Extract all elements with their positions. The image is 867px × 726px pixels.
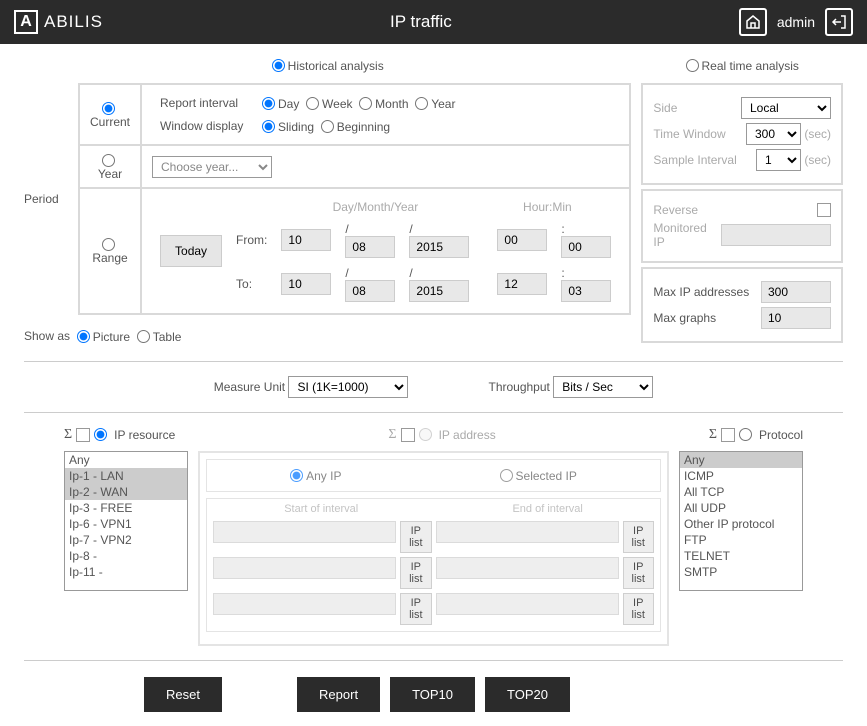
list-item[interactable]: Ip-3 - FREE <box>65 500 187 516</box>
ip-start-1-input[interactable] <box>213 521 396 543</box>
list-item[interactable]: All UDP <box>680 500 802 516</box>
from-hour-input[interactable] <box>497 229 547 251</box>
list-item[interactable]: Ip-7 - VPN2 <box>65 532 187 548</box>
to-day-input[interactable] <box>281 273 331 295</box>
report-button[interactable]: Report <box>297 677 380 712</box>
any-ip-radio[interactable] <box>290 469 303 482</box>
home-icon[interactable] <box>739 8 767 36</box>
list-item[interactable]: TELNET <box>680 548 802 564</box>
iplist-2a-button[interactable]: IP list <box>400 557 431 589</box>
list-item[interactable]: Other IP protocol <box>680 516 802 532</box>
list-item[interactable]: FTP <box>680 532 802 548</box>
sum-ipres-checkbox[interactable] <box>76 428 90 442</box>
to-hour-input[interactable] <box>497 273 547 295</box>
period-range-radio[interactable] <box>102 238 115 251</box>
sample-interval-select[interactable]: 1 <box>756 149 801 171</box>
iplist-3a-button[interactable]: IP list <box>400 593 431 625</box>
protocol-list[interactable]: AnyICMPAll TCPAll UDPOther IP protocolFT… <box>679 451 803 591</box>
time-window-select[interactable]: 300 <box>746 123 801 145</box>
list-item[interactable]: All TCP <box>680 484 802 500</box>
sum-proto-checkbox[interactable] <box>721 428 735 442</box>
logout-icon[interactable] <box>825 8 853 36</box>
list-item[interactable]: SMTP <box>680 564 802 580</box>
list-item[interactable]: Ip-11 - <box>65 564 187 580</box>
to-year-input[interactable] <box>409 280 469 302</box>
selected-ip-radio[interactable] <box>500 469 513 482</box>
user-label: admin <box>777 14 815 30</box>
ip-start-2-input[interactable] <box>213 557 396 579</box>
mode-historical-label: Historical analysis <box>288 59 384 73</box>
from-month-input[interactable] <box>345 236 395 258</box>
window-beginning-radio[interactable] <box>321 120 334 133</box>
period-label: Period <box>24 192 72 206</box>
mode-realtime-radio[interactable] <box>686 59 699 72</box>
list-item[interactable]: Ip-8 - <box>65 548 187 564</box>
page-title: IP traffic <box>103 12 739 32</box>
show-as-label: Show as <box>24 329 70 343</box>
interval-month-radio[interactable] <box>359 97 372 110</box>
brand: A ABILIS <box>14 10 103 34</box>
top10-button[interactable]: TOP10 <box>390 677 475 712</box>
mode-realtime-label: Real time analysis <box>702 59 799 73</box>
filter-ipres-radio[interactable] <box>94 428 107 441</box>
from-min-input[interactable] <box>561 236 611 258</box>
throughput-select[interactable]: Bits / Sec <box>553 376 653 398</box>
ip-end-2-input[interactable] <box>436 557 619 579</box>
to-min-input[interactable] <box>561 280 611 302</box>
brand-text: ABILIS <box>44 12 103 32</box>
reverse-checkbox[interactable] <box>817 203 831 217</box>
period-year-radio[interactable] <box>102 154 115 167</box>
max-ip-input[interactable] <box>761 281 831 303</box>
brand-logo: A <box>14 10 38 34</box>
ip-address-panel: Any IP Selected IP Start of intervalEnd … <box>198 451 669 646</box>
iplist-1b-button[interactable]: IP list <box>623 521 654 553</box>
window-sliding-radio[interactable] <box>262 120 275 133</box>
interval-day-radio[interactable] <box>262 97 275 110</box>
measure-unit-select[interactable]: SI (1K=1000) <box>288 376 408 398</box>
from-year-input[interactable] <box>409 236 469 258</box>
iplist-1a-button[interactable]: IP list <box>400 521 431 553</box>
max-graphs-input[interactable] <box>761 307 831 329</box>
monitored-ip-input[interactable] <box>721 224 831 246</box>
sum-ipaddr-checkbox[interactable] <box>401 428 415 442</box>
iplist-3b-button[interactable]: IP list <box>623 593 654 625</box>
mode-historical-radio[interactable] <box>272 59 285 72</box>
list-item[interactable]: ICMP <box>680 468 802 484</box>
list-item[interactable]: Ip-6 - VPN1 <box>65 516 187 532</box>
ip-start-3-input[interactable] <box>213 593 396 615</box>
ip-end-3-input[interactable] <box>436 593 619 615</box>
list-item[interactable]: Ip-1 - LAN <box>65 468 187 484</box>
to-month-input[interactable] <box>345 280 395 302</box>
list-item[interactable]: Ip-2 - WAN <box>65 484 187 500</box>
interval-week-radio[interactable] <box>306 97 319 110</box>
interval-year-radio[interactable] <box>415 97 428 110</box>
iplist-2b-button[interactable]: IP list <box>623 557 654 589</box>
filter-proto-radio[interactable] <box>739 428 752 441</box>
ip-end-1-input[interactable] <box>436 521 619 543</box>
ip-resource-list[interactable]: AnyIp-1 - LANIp-2 - WANIp-3 - FREEIp-6 -… <box>64 451 188 591</box>
reset-button[interactable]: Reset <box>144 677 222 712</box>
year-select[interactable]: Choose year... <box>152 156 272 178</box>
show-table-radio[interactable] <box>137 330 150 343</box>
show-picture-radio[interactable] <box>77 330 90 343</box>
list-item[interactable]: Any <box>65 452 187 468</box>
filter-ipaddr-radio <box>419 428 432 441</box>
list-item[interactable]: Any <box>680 452 802 468</box>
today-button[interactable]: Today <box>160 235 222 267</box>
period-current-radio[interactable] <box>102 102 115 115</box>
from-day-input[interactable] <box>281 229 331 251</box>
top20-button[interactable]: TOP20 <box>485 677 570 712</box>
side-select[interactable]: Local <box>741 97 831 119</box>
